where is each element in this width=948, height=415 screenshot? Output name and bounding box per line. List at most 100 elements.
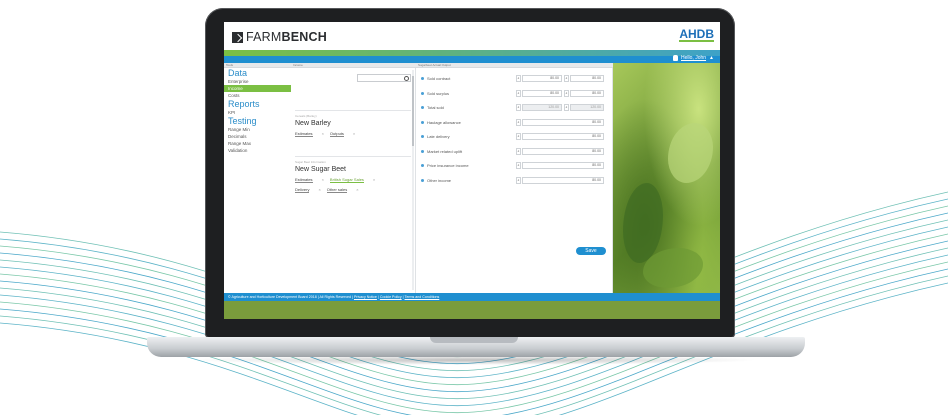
close-icon[interactable]: ×: [322, 131, 324, 137]
farmbench-logo-icon: [232, 31, 243, 43]
footer-photo-strip: [224, 301, 720, 319]
chevron-down-icon: ▲: [709, 55, 714, 61]
sidebar-item-income[interactable]: Income: [224, 85, 291, 92]
chip-row: Estimates × Outputs ×: [295, 131, 411, 137]
value-input[interactable]: 120.00: [522, 104, 562, 111]
value-input[interactable]: 80.00: [522, 176, 604, 184]
form-row: Total sold £120.00 £120.00: [416, 103, 612, 112]
sidebar-item-kpi[interactable]: KPI: [224, 109, 291, 116]
value-input[interactable]: 80.00: [522, 118, 604, 126]
info-icon[interactable]: [421, 135, 424, 138]
card-title: New Barley: [295, 120, 331, 127]
unit-select[interactable]: £: [564, 75, 569, 82]
app-header: FARMBENCH AHDB: [224, 22, 720, 50]
footer-terms-link[interactable]: Terms and Conditions: [405, 295, 440, 299]
save-button[interactable]: Save: [576, 247, 606, 255]
info-icon[interactable]: [421, 149, 424, 153]
income-form: Save Sold contract £80.00 £80.00 Sold surpl…: [416, 68, 613, 293]
chip-link[interactable]: Estimates: [295, 131, 313, 137]
sugar-beet-photo: [613, 63, 720, 293]
value-input[interactable]: 80.00: [570, 75, 604, 82]
info-icon[interactable]: [421, 77, 424, 80]
close-icon[interactable]: ×: [322, 177, 324, 183]
form-row-label: Other income: [427, 177, 452, 183]
unit-select[interactable]: £: [516, 147, 521, 155]
info-icon[interactable]: [421, 106, 424, 109]
form-row: Market related uplift £80.00: [416, 147, 612, 156]
footer-cookie-link[interactable]: Cookie Policy: [380, 295, 402, 299]
form-row-label: Price insurance income: [427, 163, 469, 168]
chip-row: Estimates × British Sugar Sales ×: [295, 177, 411, 183]
enterprise-card[interactable]: Cereals (Barley) New Barley Estimates × Outp…: [295, 110, 411, 137]
laptop-screen: FARMBENCH AHDB Hello, John ▲ Tools Incom…: [224, 22, 720, 319]
chip-link[interactable]: Delivery: [295, 187, 310, 193]
unit-select[interactable]: £: [516, 176, 521, 184]
user-bar: Hello, John ▲: [224, 55, 720, 63]
search-input[interactable]: [357, 74, 411, 82]
value-input[interactable]: 80.00: [522, 133, 604, 140]
sidebar-item-decimals[interactable]: Decimals: [224, 133, 291, 140]
chip-link[interactable]: Estimates: [295, 177, 313, 183]
nav-heading-data: Data: [228, 68, 248, 78]
value-input[interactable]: 80.00: [522, 75, 562, 82]
form-row-label: Sold contract: [427, 76, 451, 81]
chip-link[interactable]: Other sales: [326, 187, 348, 193]
form-row: Sold contract £80.00 £80.00: [416, 74, 612, 83]
value-input[interactable]: 80.00: [522, 147, 604, 155]
form-row: Late delivery £80.00: [416, 132, 612, 141]
unit-select[interactable]: £: [516, 89, 521, 97]
info-icon[interactable]: [421, 120, 424, 124]
user-menu[interactable]: Hello, John ▲: [673, 55, 714, 61]
sidebar-item-range-max[interactable]: Range Max: [224, 140, 291, 147]
unit-select[interactable]: £: [516, 75, 521, 82]
person-icon: [673, 55, 679, 61]
form-row-label: Sold surplus: [427, 90, 450, 96]
form-row-label: Late delivery: [427, 134, 450, 139]
chip-link[interactable]: Outputs: [329, 131, 344, 137]
form-row: Price insurance income £80.00: [416, 161, 612, 170]
sidebar-item-range-min[interactable]: Range Min: [224, 126, 291, 133]
close-icon[interactable]: ×: [373, 177, 375, 183]
laptop-opening-notch: [430, 337, 518, 343]
unit-select[interactable]: £: [564, 89, 569, 97]
form-row-label: Market related uplift: [427, 148, 463, 154]
card-category: Sugar Beet Information: [295, 160, 326, 164]
form-row-label: Haulage allowance: [427, 119, 461, 125]
leaf-shape: [623, 183, 663, 263]
sidebar-item-costs[interactable]: Costs: [224, 92, 291, 99]
value-input[interactable]: 120.00: [570, 104, 604, 111]
info-icon[interactable]: [421, 91, 424, 95]
user-greeting: Hello, John: [681, 55, 707, 61]
info-icon[interactable]: [421, 178, 424, 182]
value-input[interactable]: 80.00: [522, 162, 604, 169]
farmbench-logo[interactable]: FARMBENCH: [232, 30, 327, 44]
card-title: New Sugar Beet: [295, 166, 346, 173]
scrollbar-thumb[interactable]: [412, 76, 414, 146]
unit-select[interactable]: £: [564, 104, 569, 111]
form-row: Haulage allowance £80.00: [416, 118, 612, 127]
footer-copyright: © Agriculture and Horticulture Developme…: [228, 295, 354, 299]
app-footer: © Agriculture and Horticulture Developme…: [224, 293, 720, 301]
sidebar-nav: Data Enterprise Income Costs Reports KPI Testi…: [224, 68, 292, 293]
close-icon[interactable]: ×: [318, 187, 320, 193]
value-input[interactable]: 80.00: [570, 89, 604, 97]
info-icon[interactable]: [421, 164, 424, 167]
unit-select[interactable]: £: [516, 104, 521, 111]
nav-heading-testing: Testing: [228, 116, 257, 126]
value-input[interactable]: 80.00: [522, 89, 562, 97]
middle-panel: Cereals (Barley) New Barley Estimates × Outp…: [291, 68, 416, 293]
unit-select[interactable]: £: [516, 162, 521, 169]
ahdb-logo[interactable]: AHDB: [679, 28, 714, 42]
chip-link[interactable]: British Sugar Sales: [329, 177, 364, 183]
footer-privacy-link[interactable]: Privacy Notice: [354, 295, 377, 299]
search-icon[interactable]: [404, 76, 409, 81]
close-icon[interactable]: ×: [353, 131, 355, 137]
unit-select[interactable]: £: [516, 133, 521, 140]
nav-heading-reports: Reports: [228, 99, 260, 109]
enterprise-card[interactable]: Sugar Beet Information New Sugar Beet Esti…: [295, 156, 411, 193]
close-icon[interactable]: ×: [356, 187, 358, 193]
sidebar-item-validation[interactable]: Validation: [224, 147, 291, 154]
unit-select[interactable]: £: [516, 118, 521, 126]
sidebar-item-enterprise[interactable]: Enterprise: [224, 78, 291, 85]
chip-row: Delivery × Other sales ×: [295, 187, 411, 193]
